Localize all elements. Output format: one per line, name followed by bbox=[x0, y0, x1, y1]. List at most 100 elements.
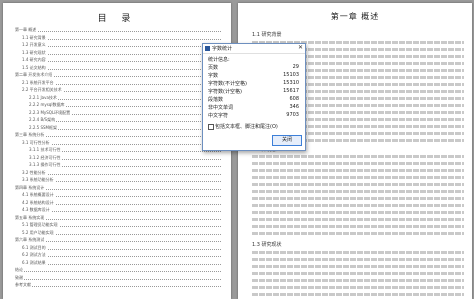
toc-entry-label: 2.1 系统开发平台 bbox=[22, 79, 55, 86]
text-line bbox=[252, 169, 464, 172]
toc-entry-label: 4.2 系统结构设计 bbox=[22, 199, 55, 206]
statistics-label: 统计信息: bbox=[208, 57, 230, 63]
stat-label: 中文字符 bbox=[208, 113, 229, 119]
stat-label: 字符数(不计空格) bbox=[208, 81, 247, 87]
toc-entry[interactable]: 1.1 研究背景 bbox=[22, 34, 221, 42]
word-app-icon bbox=[205, 46, 210, 51]
toc-entry-label: 6.1 测试目的 bbox=[22, 244, 47, 251]
toc-title: 目 录 bbox=[97, 14, 137, 24]
toc-entry-label: 6.2 测试方法 bbox=[22, 252, 47, 258]
toc-entry-label: 4.1 系统概要设计 bbox=[22, 192, 55, 198]
include-textboxes-checkbox[interactable] bbox=[208, 124, 214, 130]
toc-entry[interactable]: 结论 bbox=[15, 267, 221, 274]
include-textboxes-label[interactable]: 包括文本框、脚注和尾注(O) bbox=[215, 123, 278, 130]
toc-entry-label: 3.1.3 操作可行性 bbox=[29, 162, 62, 168]
stat-value: 9703 bbox=[286, 112, 299, 118]
toc-entry-label: 2.2.2 mysql数据库 bbox=[29, 102, 66, 108]
stat-row: 中文字符 9703 bbox=[208, 112, 299, 119]
toc-entry-label: 1.2 开发意义 bbox=[22, 42, 47, 48]
toc-entry-label: 第一章 概述 bbox=[15, 27, 38, 33]
dialog-title: 字数统计 bbox=[212, 46, 233, 52]
text-line bbox=[252, 272, 464, 275]
toc-entry-label: 结论 bbox=[15, 267, 24, 273]
stat-label: 字符数(计空格) bbox=[208, 89, 242, 95]
toc-entry-label: 4.3 数据库设计 bbox=[22, 207, 51, 213]
toc-entry[interactable]: 4.3 数据库设计 bbox=[22, 207, 221, 214]
toc-entry-label: 3.1.1 技术可行性 bbox=[29, 147, 62, 153]
toc-entry[interactable]: 3.3 系统功能分析 bbox=[22, 177, 221, 184]
toc-entry-label: 参考文献 bbox=[15, 282, 32, 288]
toc-entry-label: 1.5 论文结构 bbox=[22, 64, 47, 71]
dialog-titlebar[interactable]: 字数统计 ✕ bbox=[203, 44, 305, 54]
text-line bbox=[252, 183, 464, 186]
stat-value: 15310 bbox=[283, 80, 299, 86]
toc-entry-label: 6.3 测试结果 bbox=[22, 259, 47, 266]
toc-entry-label: 2.2.5 SSM框架 bbox=[29, 124, 58, 131]
toc-entry[interactable]: 2.2.5 SSM框架 bbox=[29, 124, 221, 132]
chapter-title: 第一章 概述 bbox=[330, 12, 380, 21]
text-line bbox=[252, 251, 464, 254]
text-line bbox=[252, 232, 464, 235]
toc-entry[interactable]: 1.2 开发意义 bbox=[22, 42, 221, 49]
text-line bbox=[252, 211, 464, 214]
word-count-dialog: 字数统计 ✕ 统计信息: 页数 29 字数 15103 字符数(不计空格) 15310… bbox=[202, 43, 306, 151]
toc-entry[interactable]: 3.1.3 操作可行性 bbox=[29, 162, 221, 169]
toc-entry[interactable]: 参考文献 bbox=[15, 282, 221, 289]
toc-entry[interactable]: 6.1 测试目的 bbox=[22, 244, 221, 252]
text-line bbox=[252, 155, 464, 158]
toc-entry[interactable]: 6.2 测试方法 bbox=[22, 252, 221, 259]
stat-value: 608 bbox=[289, 96, 299, 102]
toc-entry-label: 2.2.3 MySQL环境配置 bbox=[29, 109, 72, 116]
toc-entry[interactable]: 2.2.3 MySQL环境配置 bbox=[29, 109, 221, 117]
text-line bbox=[252, 279, 464, 282]
close-button[interactable]: 关闭 bbox=[272, 135, 302, 146]
stat-row: 段落数 608 bbox=[208, 96, 299, 103]
text-line bbox=[252, 225, 464, 228]
toc-entry-label: 致谢 bbox=[15, 274, 24, 281]
toc-entry-label: 第六章 系统测试 bbox=[15, 237, 46, 243]
toc-entry-label: 5.2 用户功能实现 bbox=[22, 229, 55, 236]
toc-entry-label: 5.1 管理员功能实现 bbox=[22, 222, 59, 228]
stat-label: 非中文单词 bbox=[208, 105, 234, 111]
close-icon[interactable]: ✕ bbox=[298, 44, 303, 51]
toc-entry-label: 3.1 可行性分析 bbox=[22, 139, 51, 146]
toc-entry-label: 第四章 系统设计 bbox=[15, 184, 46, 191]
section-heading: 1.1 研究背景 bbox=[252, 32, 282, 38]
section-heading: 1.3 研究现状 bbox=[252, 242, 282, 248]
toc-entry-label: 2.2.1 Java技术 bbox=[29, 94, 58, 101]
stat-label: 页数 bbox=[208, 65, 219, 71]
toc-entry-label: 3.3 系统功能分析 bbox=[22, 177, 55, 183]
text-line bbox=[252, 204, 464, 207]
toc-entry-label: 3.1.2 经济可行性 bbox=[29, 154, 62, 161]
stat-row: 字符数(计空格) 15617 bbox=[208, 88, 299, 95]
toc-entry[interactable]: 6.3 测试结果 bbox=[22, 259, 221, 267]
toc-entry[interactable]: 1.3 研究现状 bbox=[22, 49, 221, 57]
stat-label: 字数 bbox=[208, 73, 219, 79]
toc-entry-label: 1.3 研究现状 bbox=[22, 49, 47, 56]
stat-value: 15617 bbox=[283, 88, 299, 94]
text-line bbox=[252, 286, 464, 289]
toc-entry[interactable]: 致谢 bbox=[15, 274, 221, 282]
stat-value: 15103 bbox=[283, 72, 299, 78]
toc-entry-label: 第五章 系统实现 bbox=[15, 214, 46, 221]
text-line bbox=[252, 293, 464, 296]
toc-entry[interactable]: 4.2 系统结构设计 bbox=[22, 199, 221, 207]
toc-entry[interactable]: 5.2 用户功能实现 bbox=[22, 229, 221, 237]
stat-row: 字数 15103 bbox=[208, 72, 299, 79]
stat-row: 非中文单词 346 bbox=[208, 104, 299, 111]
toc-entry-label: 2.2 平台开发相关技术 bbox=[22, 87, 63, 93]
stat-row: 字符数(不计空格) 15310 bbox=[208, 80, 299, 87]
text-line bbox=[252, 265, 464, 268]
toc-entry-label: 2.2.4 B/S架构 bbox=[29, 117, 57, 123]
text-line bbox=[252, 197, 464, 200]
text-line bbox=[252, 162, 464, 165]
stat-value: 346 bbox=[289, 104, 299, 110]
toc-entry-label: 1.4 研究内容 bbox=[22, 57, 47, 63]
toc-entry-label: 第二章 开发技术介绍 bbox=[15, 72, 54, 78]
toc-entry-label: 1.1 研究背景 bbox=[22, 34, 47, 41]
text-line bbox=[252, 218, 464, 221]
toc-entry[interactable]: 1.4 研究内容 bbox=[22, 57, 221, 64]
text-line bbox=[252, 176, 464, 179]
toc-entry-label: 第三章 系统分析 bbox=[15, 132, 46, 138]
stat-row: 页数 29 bbox=[208, 64, 299, 71]
